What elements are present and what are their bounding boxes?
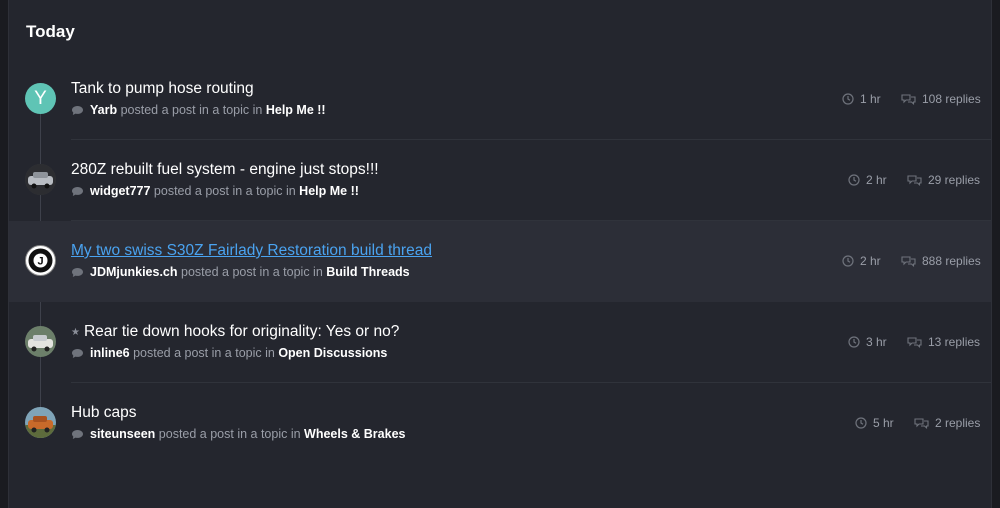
reply-count: 29 replies: [928, 173, 981, 187]
avatar[interactable]: Y: [25, 83, 56, 114]
activity-item: 280Z rebuilt fuel system - engine just s…: [9, 140, 991, 221]
speech-bubble-icon: [72, 105, 83, 115]
topic-title[interactable]: Hub caps: [71, 404, 136, 422]
forum-link[interactable]: Build Threads: [326, 265, 409, 279]
speech-bubble-icon: [72, 348, 83, 358]
author-link[interactable]: widget777: [90, 184, 150, 198]
clock-icon: [842, 93, 854, 105]
time-stat: 3 hr: [848, 335, 887, 349]
comments-icon: [901, 256, 916, 267]
time-ago: 5 hr: [873, 416, 894, 430]
car-photo-icon: [25, 326, 56, 357]
forum-link[interactable]: Wheels & Brakes: [304, 427, 405, 441]
car-photo-icon: [25, 164, 56, 195]
reply-count: 108 replies: [922, 92, 981, 106]
avatar[interactable]: [25, 407, 56, 438]
activity-meta: widget777 posted a post in a topic in He…: [71, 184, 359, 198]
avatar[interactable]: J: [25, 245, 56, 276]
time-ago: 1 hr: [860, 92, 881, 106]
reply-count: 13 replies: [928, 335, 981, 349]
topic-title[interactable]: ★ Rear tie down hooks for originality: Ye…: [71, 323, 399, 341]
activity-stream-panel: Today Y Tank to pump hose routing Yarb p…: [8, 0, 992, 508]
topic-title[interactable]: Tank to pump hose routing: [71, 80, 254, 98]
replies-stat: 888 replies: [901, 254, 981, 268]
clock-icon: [848, 336, 860, 348]
clock-icon: [842, 255, 854, 267]
forum-link[interactable]: Help Me !!: [299, 184, 359, 198]
activity-item: ★ Rear tie down hooks for originality: Ye…: [9, 302, 991, 383]
replies-stat: 29 replies: [907, 173, 980, 187]
comments-icon: [907, 337, 922, 348]
action-text: posted a post in a topic in: [120, 103, 263, 117]
action-text: posted a post in a topic in: [133, 346, 275, 360]
avatar[interactable]: [25, 164, 56, 195]
activity-item: J My two swiss S30Z Fairlady Restoration…: [9, 221, 991, 302]
time-ago: 2 hr: [866, 173, 887, 187]
action-text: posted a post in a topic in: [181, 265, 323, 279]
activity-meta: Yarb posted a post in a topic in Help Me…: [71, 103, 326, 117]
action-text: posted a post in a topic in: [153, 184, 296, 198]
comments-icon: [914, 418, 929, 429]
forum-link[interactable]: Help Me !!: [266, 103, 326, 117]
section-heading: Today: [26, 22, 75, 41]
activity-meta: siteunseen posted a post in a topic in W…: [71, 427, 405, 441]
topic-title[interactable]: 280Z rebuilt fuel system - engine just s…: [71, 161, 379, 179]
clock-icon: [848, 174, 860, 186]
time-ago: 3 hr: [866, 335, 887, 349]
speech-bubble-icon: [72, 186, 83, 196]
speech-bubble-icon: [72, 429, 83, 439]
author-link[interactable]: JDMjunkies.ch: [90, 265, 178, 279]
replies-stat: 13 replies: [907, 335, 980, 349]
star-icon: ★: [71, 327, 80, 338]
author-link[interactable]: Yarb: [90, 103, 117, 117]
forum-link[interactable]: Open Discussions: [278, 346, 387, 360]
clock-icon: [855, 417, 867, 429]
author-link[interactable]: inline6: [90, 346, 130, 360]
time-stat: 2 hr: [848, 173, 887, 187]
comments-icon: [907, 175, 922, 186]
time-stat: 5 hr: [855, 416, 894, 430]
car-photo-icon: [25, 407, 56, 438]
reply-count: 2 replies: [935, 416, 981, 430]
replies-stat: 2 replies: [914, 416, 980, 430]
svg-text:J: J: [37, 256, 43, 268]
activity-item: Y Tank to pump hose routing Yarb posted …: [9, 59, 991, 140]
replies-stat: 108 replies: [901, 92, 981, 106]
activity-meta: JDMjunkies.ch posted a post in a topic i…: [71, 265, 410, 279]
comments-icon: [901, 94, 916, 105]
time-ago: 2 hr: [860, 254, 881, 268]
jdm-logo-icon: J: [28, 248, 53, 273]
topic-title-link[interactable]: My two swiss S30Z Fairlady Restoration b…: [71, 242, 432, 260]
time-stat: 2 hr: [842, 254, 881, 268]
avatar[interactable]: [25, 326, 56, 357]
activity-meta: inline6 posted a post in a topic in Open…: [71, 346, 387, 360]
topic-title-text[interactable]: Rear tie down hooks for originality: Yes…: [84, 323, 399, 340]
speech-bubble-icon: [72, 267, 83, 277]
action-text: posted a post in a topic in: [158, 427, 301, 441]
time-stat: 1 hr: [842, 92, 881, 106]
activity-item: Hub caps siteunseen posted a post in a t…: [9, 383, 991, 464]
reply-count: 888 replies: [922, 254, 981, 268]
author-link[interactable]: siteunseen: [90, 427, 155, 441]
